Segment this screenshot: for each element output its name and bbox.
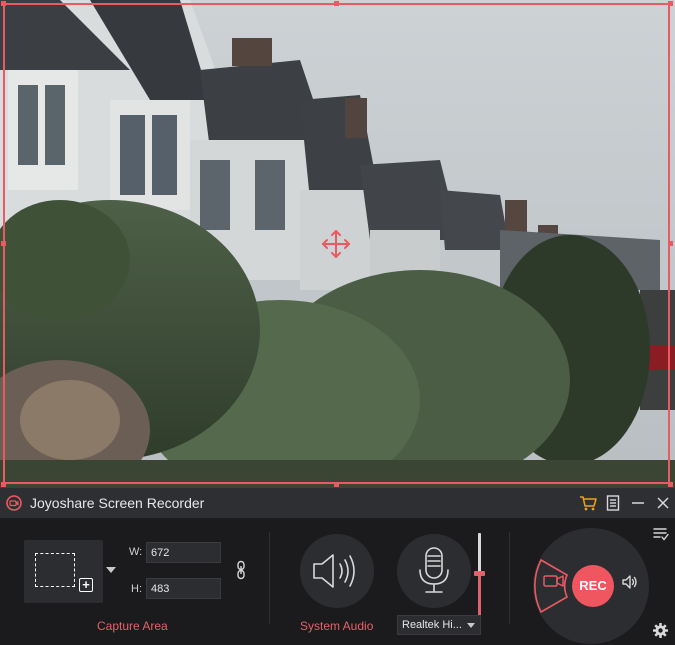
close-icon[interactable] [653, 493, 673, 513]
resize-handle-top-left[interactable] [1, 1, 6, 6]
system-audio-button[interactable] [300, 534, 374, 608]
dashed-region-icon [35, 553, 75, 587]
divider [269, 532, 270, 624]
plus-icon: + [79, 578, 93, 592]
cart-icon[interactable] [578, 493, 598, 513]
resize-handle-bottom-right[interactable] [668, 482, 673, 487]
height-label: H: [131, 583, 142, 595]
resize-handle-right[interactable] [668, 241, 673, 246]
divider [509, 532, 510, 624]
volume-icon[interactable] [622, 574, 638, 590]
mic-volume-fill [478, 572, 481, 621]
move-icon[interactable] [321, 229, 351, 259]
capture-area-dropdown-caret[interactable] [106, 567, 116, 573]
capture-area-label: Capture Area [97, 619, 168, 633]
width-input[interactable] [146, 542, 221, 563]
resize-handle-top[interactable] [334, 1, 339, 6]
menu-icon[interactable] [603, 493, 623, 513]
resize-handle-top-right[interactable] [668, 1, 673, 6]
camera-icon[interactable] [543, 573, 565, 587]
link-aspect-icon[interactable] [236, 560, 246, 580]
app-logo-icon [6, 495, 22, 511]
gear-icon[interactable] [653, 623, 668, 638]
resize-handle-left[interactable] [1, 241, 6, 246]
mic-device-value: Realtek Hi... [402, 619, 462, 631]
height-input[interactable] [146, 578, 221, 599]
microphone-button[interactable] [397, 534, 471, 608]
list-settings-icon[interactable] [653, 526, 669, 542]
minimize-icon[interactable] [628, 493, 648, 513]
speaker-icon [313, 554, 355, 588]
title-bar: Joyoshare Screen Recorder [0, 488, 675, 518]
mic-device-select[interactable]: Realtek Hi... [397, 615, 481, 635]
app-title: Joyoshare Screen Recorder [30, 495, 205, 511]
microphone-icon [419, 547, 449, 593]
resize-handle-bottom[interactable] [334, 482, 339, 487]
mic-volume-thumb[interactable] [474, 570, 485, 576]
rec-button[interactable]: REC [572, 565, 614, 607]
width-label: W: [129, 546, 143, 558]
chevron-down-icon [467, 623, 475, 628]
resize-handle-bottom-left[interactable] [1, 482, 6, 487]
system-audio-label: System Audio [300, 619, 374, 633]
capture-area-button[interactable]: + [24, 540, 103, 603]
